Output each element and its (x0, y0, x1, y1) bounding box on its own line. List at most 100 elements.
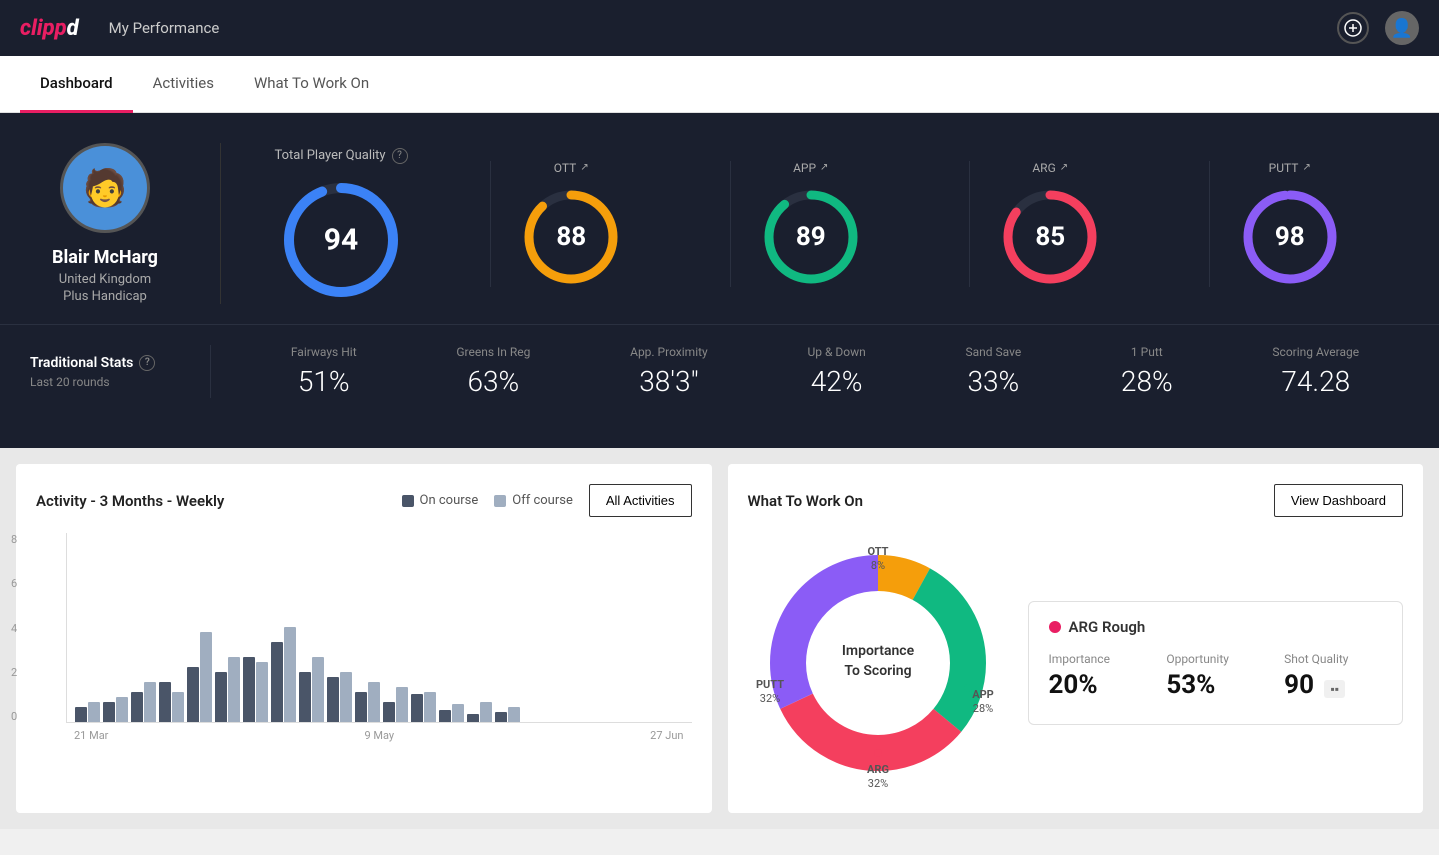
tabs-bar: Dashboard Activities What To Work On (0, 56, 1439, 113)
activity-panel-header: Activity - 3 Months - Weekly On course O… (36, 484, 692, 517)
putt-value: 98 (1275, 222, 1305, 252)
bar-light (228, 657, 240, 722)
bar-group (299, 657, 324, 722)
arg-arrow: ↗ (1060, 162, 1068, 173)
bar-dark (215, 672, 227, 722)
bar-light (312, 657, 324, 722)
bar-group (131, 682, 156, 722)
bar-light (256, 662, 268, 722)
bar-group (355, 682, 380, 722)
bar-dark (411, 694, 423, 722)
stat-oneputt-label: 1 Putt (1131, 345, 1163, 359)
activity-chart: 8 6 4 2 0 (36, 533, 692, 753)
bar-group (243, 657, 268, 722)
total-quality-text: Total Player Quality (274, 148, 385, 163)
bar-group (215, 657, 240, 722)
trad-label: Traditional Stats ? Last 20 rounds (30, 355, 210, 389)
trad-help-icon[interactable]: ? (139, 355, 155, 371)
stat-sandsave-label: Sand Save (966, 345, 1022, 359)
quality-section: Total Player Quality ? 94 (231, 143, 1409, 304)
svg-text:OTT: OTT (867, 545, 888, 558)
svg-text:APP: APP (972, 688, 994, 701)
detail-card-title: ARG Rough (1049, 618, 1383, 636)
bottom-panels: Activity - 3 Months - Weekly On course O… (0, 448, 1439, 829)
stat-fairways-label: Fairways Hit (291, 345, 357, 359)
bar-light (396, 687, 408, 722)
stat-proximity: App. Proximity 38'3" (630, 345, 708, 398)
arg-label: ARG (1032, 161, 1055, 175)
bar-dark (187, 667, 199, 722)
trad-title: Traditional Stats (30, 355, 133, 371)
shot-quality-label: Shot Quality (1284, 652, 1382, 666)
bar-light (452, 704, 464, 722)
view-dashboard-button[interactable]: View Dashboard (1274, 484, 1403, 517)
stat-updown-label: Up & Down (807, 345, 865, 359)
app-value: 89 (796, 222, 826, 252)
help-icon[interactable]: ? (392, 148, 408, 164)
what-to-work-on-panel: What To Work On View Dashboard (728, 464, 1424, 813)
work-panel-title: What To Work On (748, 492, 864, 510)
stat-gir-label: Greens In Reg (456, 345, 530, 359)
svg-text:Importance: Importance (841, 643, 914, 659)
bar-dark (355, 692, 367, 722)
svg-text:32%: 32% (759, 692, 779, 705)
putt-arrow: ↗ (1302, 162, 1310, 173)
tab-dashboard[interactable]: Dashboard (20, 56, 133, 113)
stat-sandsave-value: 33% (967, 365, 1019, 398)
importance-value: 20% (1049, 670, 1147, 700)
bar-dark (131, 692, 143, 722)
bar-light (340, 672, 352, 722)
chart-legend: On course Off course (402, 493, 573, 508)
stat-proximity-value: 38'3" (639, 365, 698, 398)
header-title: My Performance (109, 19, 1337, 37)
app-label: APP (793, 161, 816, 175)
ott-value: 88 (556, 222, 586, 252)
bar-light (480, 702, 492, 722)
bar-dark (439, 710, 451, 722)
stat-updown-value: 42% (811, 365, 863, 398)
bar-dark (75, 707, 87, 722)
bar-dark (299, 672, 311, 722)
work-panel-header: What To Work On View Dashboard (748, 484, 1404, 517)
svg-text:To Scoring: To Scoring (844, 663, 911, 679)
all-activities-button[interactable]: All Activities (589, 484, 692, 517)
stat-sandsave: Sand Save 33% (966, 345, 1022, 398)
legend-on-course: On course (402, 493, 479, 508)
svg-text:ARG: ARG (867, 763, 889, 776)
chart-x-labels: 21 Mar 9 May 27 Jun (66, 723, 692, 742)
stat-gir: Greens In Reg 63% (456, 345, 530, 398)
bar-group (187, 632, 212, 722)
svg-text:8%: 8% (870, 559, 884, 572)
bar-light (200, 632, 212, 722)
detail-opportunity: Opportunity 53% (1166, 652, 1264, 700)
tab-activities[interactable]: Activities (133, 56, 234, 113)
stat-oneputt: 1 Putt 28% (1121, 345, 1173, 398)
x-label-mar: 21 Mar (74, 729, 108, 742)
stat-fairways: Fairways Hit 51% (291, 345, 357, 398)
header-actions: 👤 (1337, 11, 1419, 45)
ott-label: OTT (554, 161, 577, 175)
bar-dark (383, 702, 395, 722)
bar-group (327, 672, 352, 722)
x-label-may: 9 May (364, 729, 394, 742)
stat-scoring-label: Scoring Average (1272, 345, 1359, 359)
x-label-jun: 27 Jun (650, 729, 683, 742)
trad-stats-row: Fairways Hit 51% Greens In Reg 63% App. … (210, 345, 1409, 398)
bar-dark (327, 677, 339, 722)
bar-dark (243, 657, 255, 722)
hero-section: 🧑 Blair McHarg United Kingdom Plus Handi… (0, 113, 1439, 448)
donut-chart: Importance To Scoring OTT 8% APP 28% ARG… (748, 533, 1008, 793)
opportunity-label: Opportunity (1166, 652, 1264, 666)
arg-value: 85 (1035, 222, 1065, 252)
tab-what-to-work-on[interactable]: What To Work On (234, 56, 389, 113)
legend-on-course-dot (402, 495, 414, 507)
shot-quality-value: 90 ▪▪ (1284, 670, 1382, 700)
detail-card: ARG Rough Importance 20% Opportunity 53%… (1028, 601, 1404, 725)
activity-chart-title: Activity - 3 Months - Weekly (36, 492, 224, 510)
shot-quality-badge: ▪▪ (1324, 680, 1345, 698)
add-button[interactable] (1337, 12, 1369, 44)
stat-updown: Up & Down 42% (807, 345, 865, 398)
user-avatar[interactable]: 👤 (1385, 11, 1419, 45)
legend-on-course-label: On course (420, 493, 479, 508)
player-country: United Kingdom (59, 272, 151, 287)
